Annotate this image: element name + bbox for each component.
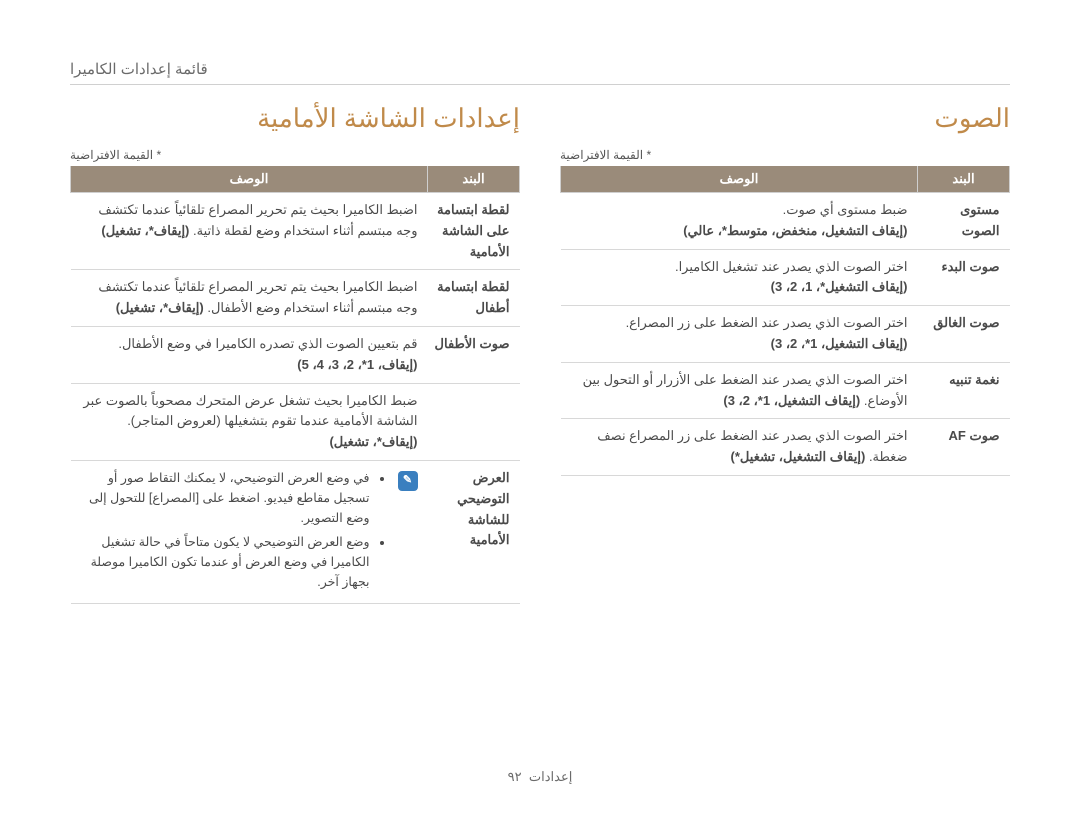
table-row: صوت الأطفال قم بتعيين الصوت الذي تصدره ا… — [71, 326, 520, 383]
info-icon: ✎ — [398, 471, 418, 491]
item-cell: صوت البدء — [918, 249, 1010, 306]
col-item: البند — [918, 166, 1010, 193]
front-title: إعدادات الشاشة الأمامية — [70, 103, 520, 134]
col-desc: الوصف — [71, 166, 428, 193]
desc-cell: اختر الصوت الذي يصدر عند الضغط على الأزر… — [561, 362, 918, 419]
desc-cell: ✎ في وضع العرض التوضيحي، لا يمكنك التقاط… — [71, 460, 428, 603]
item-cell: لقطة ابتسامة على الشاشة الأمامية — [428, 193, 520, 270]
item-cell — [428, 383, 520, 460]
note-item: وضع العرض التوضيحي لا يكون متاحاً في حال… — [77, 532, 370, 592]
table-row: نغمة تنبيه اختر الصوت الذي يصدر عند الضغ… — [561, 362, 1010, 419]
note-item: في وضع العرض التوضيحي، لا يمكنك التقاط ص… — [77, 468, 370, 528]
item-cell: صوت AF — [918, 419, 1010, 476]
desc-cell: اختر الصوت الذي يصدر عند الضغط على زر ال… — [561, 306, 918, 363]
page-number: ٩٢ — [508, 769, 522, 784]
item-cell: صوت الغالق — [918, 306, 1010, 363]
item-cell: لقطة ابتسامة أطفال — [428, 270, 520, 327]
front-section: إعدادات الشاشة الأمامية * القيمة الافترا… — [70, 103, 520, 604]
breadcrumb: قائمة إعدادات الكاميرا — [70, 60, 1010, 85]
desc-cell: اضبط الكاميرا بحيث يتم تحرير المصراع تلق… — [71, 193, 428, 270]
col-desc: الوصف — [561, 166, 918, 193]
table-row: مستوى الصوت ضبط مستوى أي صوت. (إيقاف الت… — [561, 193, 1010, 250]
desc-cell: اضبط الكاميرا بحيث يتم تحرير المصراع تلق… — [71, 270, 428, 327]
table-row: صوت AF اختر الصوت الذي يصدر عند الضغط عل… — [561, 419, 1010, 476]
table-row: العرض التوضيحي للشاشة الأمامية ✎ في وضع … — [71, 460, 520, 603]
item-cell: صوت الأطفال — [428, 326, 520, 383]
footer-label: إعدادات — [529, 769, 572, 784]
desc-cell: اختر الصوت الذي يصدر عند تشغيل الكاميرا.… — [561, 249, 918, 306]
table-row: لقطة ابتسامة على الشاشة الأمامية اضبط ال… — [71, 193, 520, 270]
sound-title: الصوت — [560, 103, 1010, 134]
table-row: ضبط الكاميرا بحيث تشغل عرض المتحرك مصحوب… — [71, 383, 520, 460]
note-list: في وضع العرض التوضيحي، لا يمكنك التقاط ص… — [77, 468, 388, 596]
desc-cell: اختر الصوت الذي يصدر عند الضغط على زر ال… — [561, 419, 918, 476]
table-row: لقطة ابتسامة أطفال اضبط الكاميرا بحيث يت… — [71, 270, 520, 327]
front-table: البند الوصف لقطة ابتسامة على الشاشة الأم… — [70, 166, 520, 604]
table-row: صوت البدء اختر الصوت الذي يصدر عند تشغيل… — [561, 249, 1010, 306]
item-cell: نغمة تنبيه — [918, 362, 1010, 419]
default-note: * القيمة الافتراضية — [70, 148, 520, 162]
col-item: البند — [428, 166, 520, 193]
item-cell: مستوى الصوت — [918, 193, 1010, 250]
table-row: صوت الغالق اختر الصوت الذي يصدر عند الضغ… — [561, 306, 1010, 363]
demo-item: العرض التوضيحي للشاشة الأمامية — [428, 460, 520, 603]
desc-cell: ضبط الكاميرا بحيث تشغل عرض المتحرك مصحوب… — [71, 383, 428, 460]
sound-table: البند الوصف مستوى الصوت ضبط مستوى أي صوت… — [560, 166, 1010, 476]
page-footer: إعدادات ٩٢ — [0, 769, 1080, 785]
default-note: * القيمة الافتراضية — [560, 148, 1010, 162]
sound-section: الصوت * القيمة الافتراضية البند الوصف مس… — [560, 103, 1010, 604]
desc-cell: قم بتعيين الصوت الذي تصدره الكاميرا في و… — [71, 326, 428, 383]
desc-cell: ضبط مستوى أي صوت. (إيقاف التشغيل، منخفض،… — [561, 193, 918, 250]
